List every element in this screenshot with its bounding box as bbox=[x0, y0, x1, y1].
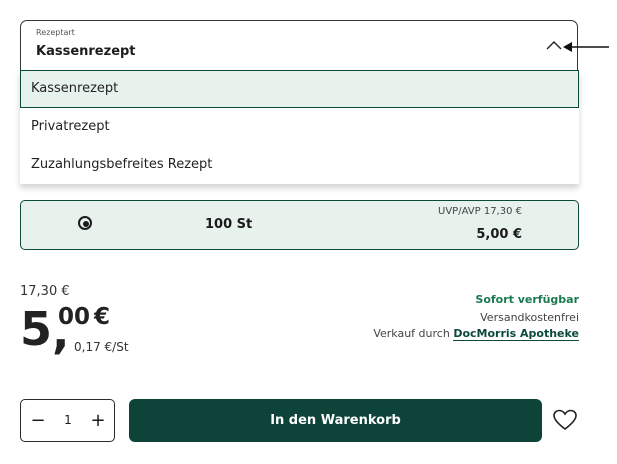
select-label: Rezeptart bbox=[36, 28, 75, 37]
package-option[interactable]: 100 St UVP/AVP 17,30 € 5,00 € bbox=[20, 200, 579, 250]
option-privatrezept[interactable]: Privatrezept bbox=[20, 108, 579, 146]
add-to-cart-button[interactable]: In den Warenkorb bbox=[129, 399, 542, 442]
prescription-type-select[interactable]: Rezeptart Kassenrezept bbox=[20, 20, 578, 70]
option-zuzahlungsbefreit[interactable]: Zuzahlungsbefreites Rezept bbox=[20, 146, 579, 184]
minus-icon[interactable]: − bbox=[29, 412, 47, 430]
arrow-left-icon bbox=[563, 42, 609, 52]
quantity-value[interactable]: 1 bbox=[62, 413, 74, 427]
package-quantity: 100 St bbox=[205, 217, 253, 232]
plus-icon[interactable]: + bbox=[89, 412, 107, 430]
price-integer: 5 bbox=[20, 302, 52, 356]
option-kassenrezept[interactable]: Kassenrezept bbox=[20, 70, 579, 108]
select-value: Kassenrezept bbox=[36, 44, 136, 59]
heart-icon[interactable] bbox=[553, 409, 577, 431]
prescription-dropdown: Kassenrezept Privatrezept Zuzahlungsbefr… bbox=[20, 70, 579, 184]
quantity-stepper: − 1 + bbox=[20, 399, 115, 442]
seller-info: Verkauf durch DocMorris Apotheke bbox=[373, 327, 579, 341]
chevron-up-icon[interactable] bbox=[546, 40, 562, 50]
old-price: 17,30 € bbox=[20, 284, 70, 299]
unit-price: 0,17 €/St bbox=[74, 340, 129, 354]
seller-link[interactable]: DocMorris Apotheke bbox=[453, 327, 579, 341]
seller-prefix: Verkauf durch bbox=[373, 327, 450, 340]
radio-checked-icon[interactable] bbox=[78, 216, 92, 230]
shipping-info: Versandkostenfrei bbox=[480, 311, 579, 324]
price-currency: € bbox=[94, 304, 111, 330]
availability-status: Sofort verfügbar bbox=[475, 293, 579, 306]
package-uvp: UVP/AVP 17,30 € bbox=[438, 206, 522, 217]
price-decimals: 00 bbox=[58, 304, 91, 330]
package-price: 5,00 € bbox=[476, 227, 522, 242]
